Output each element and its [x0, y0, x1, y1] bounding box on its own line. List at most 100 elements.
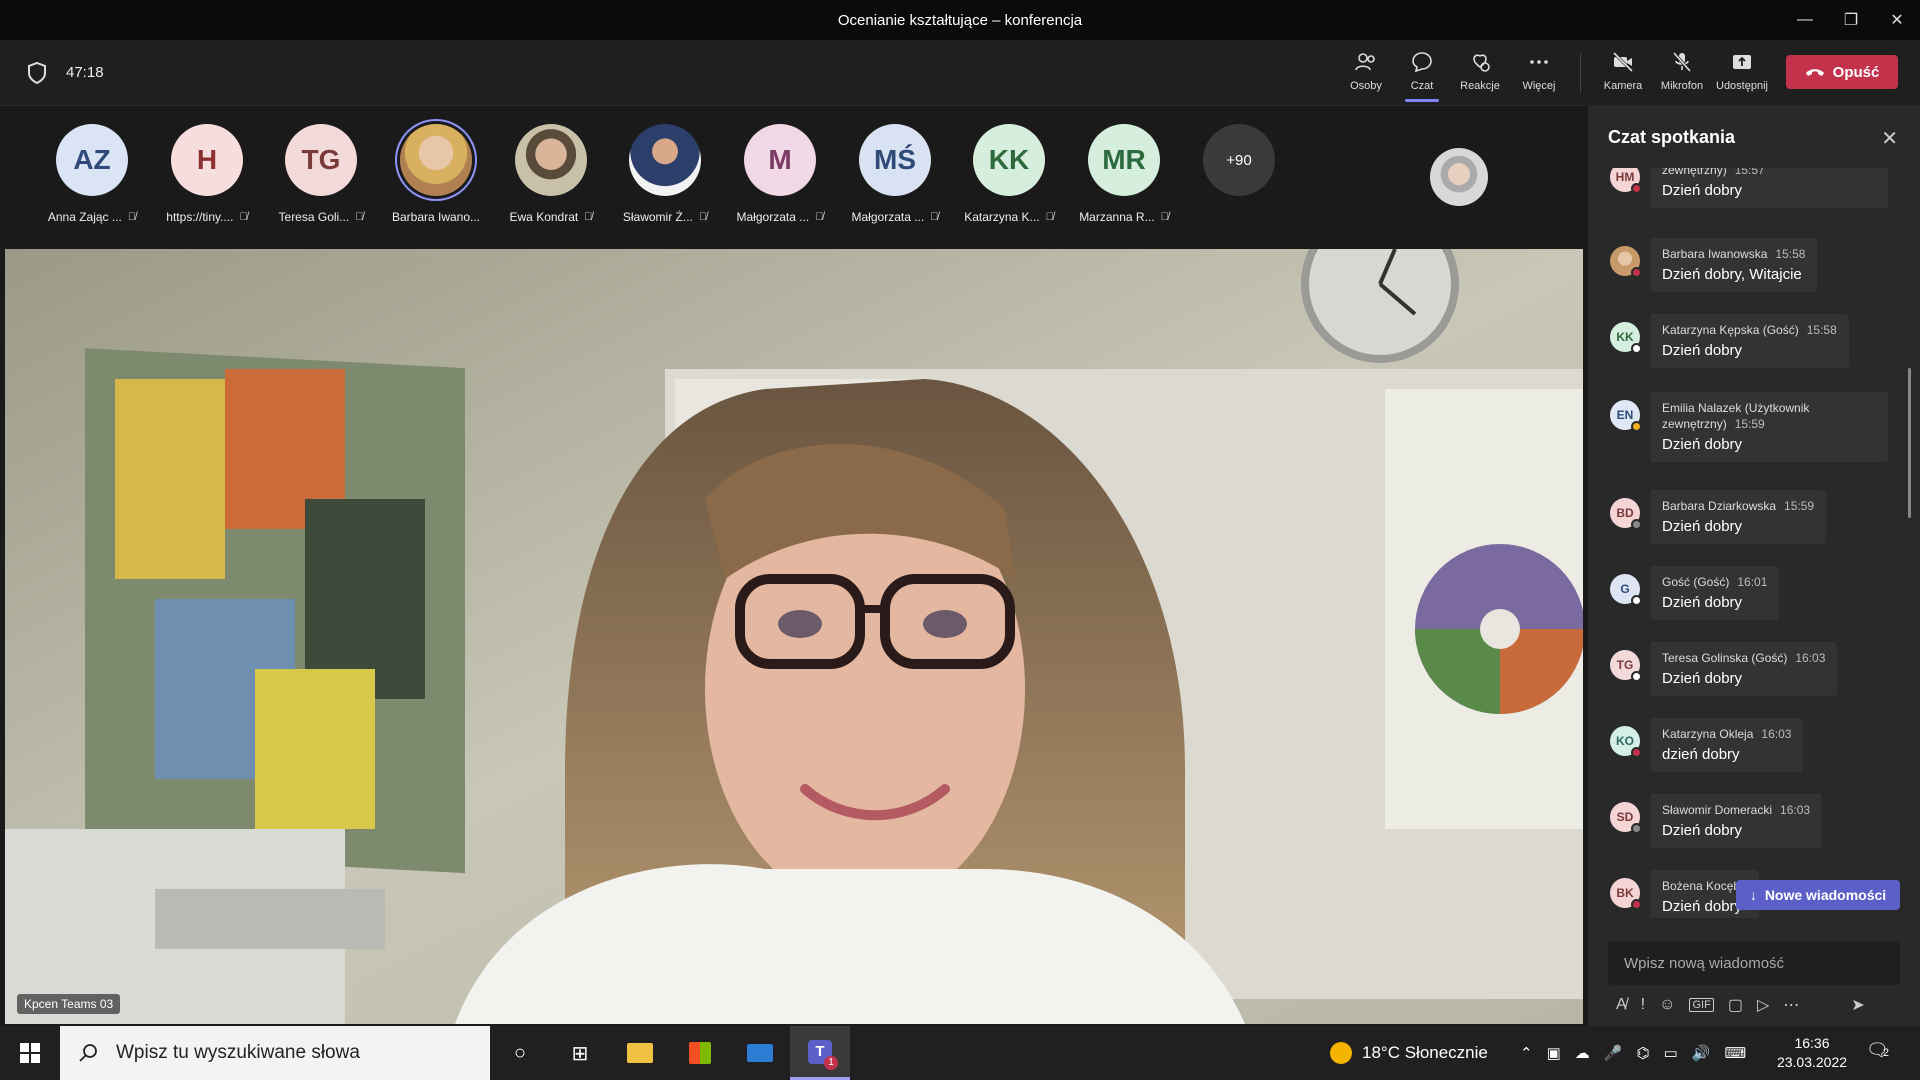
meet-now-icon[interactable]: ▣: [1547, 1044, 1561, 1062]
participant-tile[interactable]: TG Teresa Goli... 🎙̸: [266, 124, 376, 234]
clock-time: 16:36: [1794, 1035, 1830, 1051]
message-bubble: Emilia Nalazek (Użytkownik zewnętrzny) 15…: [1650, 392, 1888, 462]
mail-icon[interactable]: [730, 1026, 790, 1080]
participant-tile[interactable]: MR Marzanna R... 🎙̸: [1069, 124, 1179, 234]
message-meta: Teresa Golinska (Gość) 16:03: [1662, 650, 1825, 666]
camera-button[interactable]: Kamera: [1593, 50, 1653, 100]
microphone-button[interactable]: Mikrofon: [1652, 50, 1712, 100]
chat-scrollbar[interactable]: [1908, 368, 1911, 518]
store-icon[interactable]: [670, 1026, 730, 1080]
participant-tile-speaking[interactable]: Barbara Iwano...: [381, 124, 491, 234]
format-icon[interactable]: A̸: [1616, 996, 1627, 1014]
close-chat-button[interactable]: ✕: [1881, 126, 1898, 151]
reactions-button[interactable]: Reakcje: [1450, 50, 1510, 100]
message-time: 15:57: [1734, 168, 1765, 177]
participant-name-row: Ewa Kondrat 🎙̸: [510, 210, 593, 224]
gif-icon[interactable]: GIF: [1689, 998, 1714, 1012]
mic-muted-icon: 🎙̸: [815, 211, 824, 223]
start-button[interactable]: [0, 1026, 60, 1080]
clock-date: 23.03.2022: [1776, 1054, 1848, 1070]
presence-indicator: [1631, 421, 1642, 432]
message-author: Teresa Golinska (Gość): [1662, 651, 1788, 665]
chat-message[interactable]: KO Katarzyna Okleja 16:03 dzień dobry: [1610, 718, 1804, 772]
weather-widget[interactable]: 18°C Słonecznie: [1330, 1026, 1488, 1080]
close-window-button[interactable]: ✕: [1874, 0, 1920, 40]
chat-message[interactable]: HM zewnętrzny) 15:57 Dzień dobry: [1610, 168, 1888, 208]
taskbar-search[interactable]: Wpisz tu wyszukiwane słowa: [60, 1026, 490, 1080]
participant-tile[interactable]: Sławomir Ż... 🎙̸: [610, 124, 720, 234]
participant-tile[interactable]: M Małgorzata ... 🎙̸: [725, 124, 835, 234]
volume-icon[interactable]: 🔊: [1692, 1044, 1711, 1062]
message-text: dzień dobry: [1662, 746, 1740, 763]
weather-text: 18°C Słonecznie: [1362, 1043, 1488, 1062]
participant-name: Sławomir Ż...: [622, 210, 693, 224]
message-avatar: BK: [1610, 878, 1642, 910]
notifications-icon[interactable]: 🗨2: [1866, 1040, 1889, 1061]
message-author-cont: zewnętrzny): [1662, 417, 1727, 431]
avatar: MR: [1088, 124, 1160, 196]
meeting-toolbar: 47:18 Osoby Czat Reakcje Więcej Kamera M…: [0, 40, 1920, 106]
participant-tile[interactable]: MŚ Małgorzata ... 🎙̸: [840, 124, 950, 234]
stream-icon[interactable]: ▷: [1757, 995, 1769, 1015]
chat-message[interactable]: TG Teresa Golinska (Gość) 16:03 Dzień dob…: [1610, 642, 1838, 696]
participant-tile[interactable]: KK Katarzyna K... 🎙̸: [954, 124, 1064, 234]
send-icon[interactable]: ➤: [1851, 995, 1864, 1015]
message-input[interactable]: [1608, 941, 1900, 985]
file-explorer-icon[interactable]: [610, 1026, 670, 1080]
chat-message[interactable]: G Gość (Gość) 16:01 Dzień dobry: [1610, 566, 1780, 620]
minimize-button[interactable]: —: [1782, 0, 1828, 40]
chat-message[interactable]: BD Barbara Dziarkowska 15:59 Dzień dobry: [1610, 490, 1827, 544]
photo-avatar: [515, 124, 587, 196]
more-options-icon[interactable]: ⋯: [1783, 995, 1799, 1015]
battery-icon[interactable]: ▭: [1664, 1044, 1678, 1062]
people-button[interactable]: Osoby: [1336, 50, 1396, 100]
network-icon[interactable]: ⌬: [1636, 1044, 1649, 1062]
message-avatar: G: [1610, 574, 1642, 606]
message-time: 15:59: [1784, 499, 1815, 513]
participant-tile[interactable]: H https://tiny.... 🎙̸: [152, 124, 262, 234]
teams-icon[interactable]: T 1: [790, 1026, 850, 1080]
microphone-tray-icon[interactable]: 🎤: [1604, 1044, 1623, 1062]
participant-tile[interactable]: Ewa Kondrat 🎙̸: [496, 124, 606, 234]
video-name-tag: Kpcen Teams 03: [17, 994, 121, 1014]
chat-message[interactable]: KK Katarzyna Kępska (Gość) 15:58 Dzień do…: [1610, 314, 1849, 368]
chat-message[interactable]: SD Sławomir Domeracki 16:03 Dzień dobry: [1610, 794, 1823, 848]
message-avatar: KO: [1610, 726, 1642, 758]
keyboard-icon[interactable]: ⌨: [1724, 1044, 1746, 1062]
message-author: zewnętrzny): [1662, 168, 1727, 177]
participant-name: Małgorzata ...: [736, 210, 810, 224]
share-button[interactable]: Udostępnij: [1712, 50, 1772, 100]
more-button[interactable]: Więcej: [1509, 50, 1569, 100]
chat-button[interactable]: Czat: [1392, 50, 1452, 102]
emoji-icon[interactable]: ☺: [1659, 996, 1675, 1014]
self-view[interactable]: [1336, 106, 1588, 248]
mic-muted-icon: 🎙̸: [239, 211, 248, 223]
new-messages-button[interactable]: ↓ Nowe wiadomości: [1736, 880, 1900, 910]
participant-name-row: Barbara Iwano...: [392, 210, 480, 224]
message-time: 16:01: [1737, 575, 1768, 589]
chat-title: Czat spotkania: [1608, 126, 1736, 147]
main-video[interactable]: Kpcen Teams 03: [5, 249, 1583, 1024]
cortana-icon[interactable]: ○: [490, 1026, 550, 1080]
chevron-up-icon[interactable]: ⌃: [1520, 1044, 1533, 1062]
onedrive-icon[interactable]: ☁: [1575, 1044, 1590, 1062]
arrow-down-icon: ↓: [1749, 887, 1757, 903]
participant-name-row: Sławomir Ż... 🎙̸: [623, 210, 707, 224]
message-meta: Gość (Gość) 16:01: [1662, 574, 1767, 590]
message-meta: Barbara Iwanowska 15:58: [1662, 246, 1805, 262]
overflow-participants[interactable]: +90: [1184, 124, 1294, 234]
task-view-icon[interactable]: ⊞: [550, 1026, 610, 1080]
sticker-icon[interactable]: ▢: [1728, 995, 1743, 1015]
taskbar-clock[interactable]: 16:36 23.03.2022: [1776, 1034, 1848, 1072]
shield-icon: [28, 61, 46, 85]
participant-tile[interactable]: AZ Anna Zając ... 🎙̸: [37, 124, 147, 234]
camera-label: Kamera: [1603, 80, 1643, 92]
leave-button[interactable]: Opuść: [1786, 55, 1898, 89]
message-bubble: Katarzyna Okleja 16:03 dzień dobry: [1650, 718, 1804, 772]
important-icon[interactable]: !: [1641, 996, 1645, 1014]
mic-muted-icon: 🎙̸: [1045, 211, 1054, 223]
chat-message[interactable]: EN Emilia Nalazek (Użytkownik zewnętrzny…: [1610, 392, 1888, 462]
restore-button[interactable]: ❐: [1828, 0, 1874, 40]
participant-name: Katarzyna K...: [964, 210, 1040, 224]
chat-message[interactable]: Barbara Iwanowska 15:58 Dzień dobry, Wita…: [1610, 238, 1818, 292]
